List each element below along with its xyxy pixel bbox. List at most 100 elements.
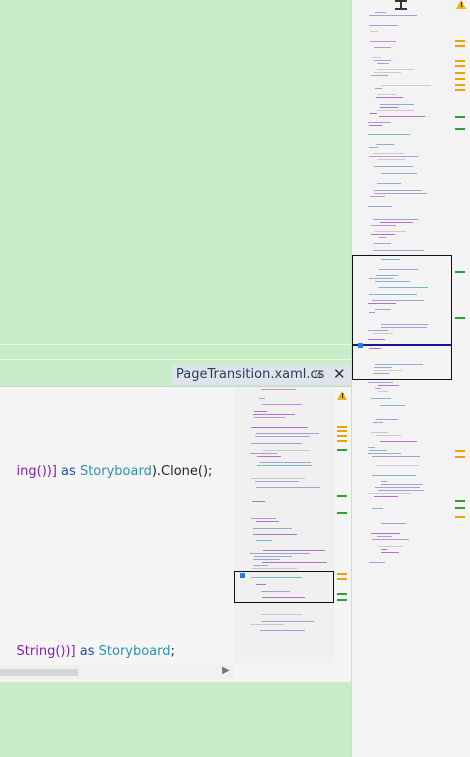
minimap-viewport-box[interactable]: [352, 255, 452, 380]
minimap-line: [375, 88, 382, 89]
minimap-line: [375, 12, 386, 13]
minimap-line: [376, 144, 394, 145]
minimap-line: [381, 549, 387, 550]
scroll-marker: [337, 426, 347, 428]
minimap-line: [373, 422, 383, 423]
warning-icon-mark: !: [341, 392, 345, 400]
minimap-line: [371, 398, 391, 399]
minimap-line: [255, 436, 310, 437]
right-code-minimap[interactable]: !: [351, 0, 470, 757]
scroll-marker: [337, 512, 347, 514]
panel-separator-line: [0, 344, 351, 345]
minimap-line: [369, 147, 378, 148]
document-tab[interactable]: PageTransition.xaml.cs ⍓ ✕: [172, 365, 351, 385]
code-token: ;: [170, 644, 175, 659]
minimap-line: [377, 63, 389, 64]
scroll-marker: [455, 40, 465, 42]
minimap-line: [372, 508, 383, 509]
minimap-line: [256, 433, 319, 434]
minimap-line: [377, 536, 392, 537]
minimap-line: [380, 107, 398, 108]
editor-minimap[interactable]: [234, 387, 335, 663]
scroll-right-arrow-icon[interactable]: ▶: [222, 665, 230, 676]
code-line[interactable]: ing())] as Storyboard).Clone();: [0, 449, 213, 494]
code-token: Storyboard: [79, 464, 152, 479]
minimap-line: [254, 556, 292, 557]
minimap-line: [380, 441, 417, 442]
horizontal-scrollbar-thumb[interactable]: [0, 669, 78, 676]
minimap-line: [260, 462, 311, 463]
scroll-marker: [455, 84, 465, 86]
minimap-line: [377, 69, 414, 70]
minimap-line: [379, 116, 425, 117]
minimap-line: [257, 465, 312, 466]
minimap-line: [368, 453, 401, 454]
scroll-marker: [455, 516, 465, 518]
minimap-line: [375, 487, 420, 488]
minimap-line: [256, 540, 272, 541]
minimap-line: [251, 518, 276, 519]
minimap-line: [253, 559, 280, 560]
minimap-line: [368, 493, 411, 494]
minimap-line: [251, 443, 302, 444]
minimap-line: [262, 404, 302, 405]
minimap-line: [380, 405, 405, 406]
minimap-line: [368, 382, 393, 383]
scroll-marker: [455, 89, 465, 91]
scroll-marker: [455, 271, 465, 273]
code-editor[interactable]: ing())] as Storyboard).Clone(); String()…: [0, 386, 351, 682]
minimap-line: [374, 47, 391, 48]
minimap-line: [372, 475, 416, 476]
minimap-line: [381, 85, 431, 86]
minimap-line: [379, 237, 386, 238]
minimap-line: [260, 630, 305, 631]
minimap-line: [380, 104, 414, 105]
minimap-line: [368, 206, 392, 207]
minimap-line: [369, 125, 382, 126]
minimap-line: [250, 553, 310, 554]
minimap-line: [371, 432, 388, 433]
minimap-line: [381, 552, 399, 553]
minimap-line: [255, 481, 299, 482]
minimap-line: [369, 25, 398, 26]
minimap-line: [378, 94, 396, 95]
minimap-line: [378, 391, 388, 392]
minimap-line: [378, 385, 399, 386]
minimap-line: [370, 31, 378, 32]
minimap-line: [369, 15, 417, 16]
panel-separator-line: [0, 359, 351, 360]
pin-icon[interactable]: ⍓: [315, 368, 322, 382]
minimap-line: [381, 523, 406, 524]
minimap-line: [252, 568, 297, 569]
minimap-line: [372, 57, 381, 58]
code-token: ).Clone();: [151, 464, 213, 479]
minimap-viewport-line: [353, 344, 451, 346]
document-tab-title[interactable]: PageTransition.xaml.cs: [176, 367, 324, 382]
code-token: ing())]: [16, 464, 57, 479]
minimap-line: [377, 183, 401, 184]
scroll-marker: [337, 440, 347, 442]
minimap-line: [377, 110, 414, 111]
minimap-line: [374, 231, 406, 232]
minimap-line: [371, 75, 388, 76]
minimap-caret: [358, 343, 363, 348]
minimap-line: [374, 193, 427, 194]
scroll-marker: [455, 450, 465, 452]
minimap-line: [253, 528, 292, 529]
minimap-viewport-box[interactable]: [234, 571, 334, 603]
minimap-line: [373, 219, 418, 220]
minimap-line: [376, 435, 401, 436]
minimap-line: [254, 417, 285, 418]
minimap-line: [381, 481, 387, 482]
horizontal-scrollbar[interactable]: [0, 665, 234, 679]
close-icon[interactable]: ✕: [333, 365, 346, 383]
minimap-line: [376, 419, 398, 420]
minimap-line: [259, 398, 265, 399]
code-token: String())]: [16, 644, 76, 659]
minimap-line: [369, 450, 387, 451]
minimap-line: [256, 521, 279, 522]
code-token: as: [75, 644, 99, 659]
minimap-line: [374, 496, 398, 497]
minimap-line: [250, 624, 284, 625]
minimap-line: [372, 456, 420, 457]
